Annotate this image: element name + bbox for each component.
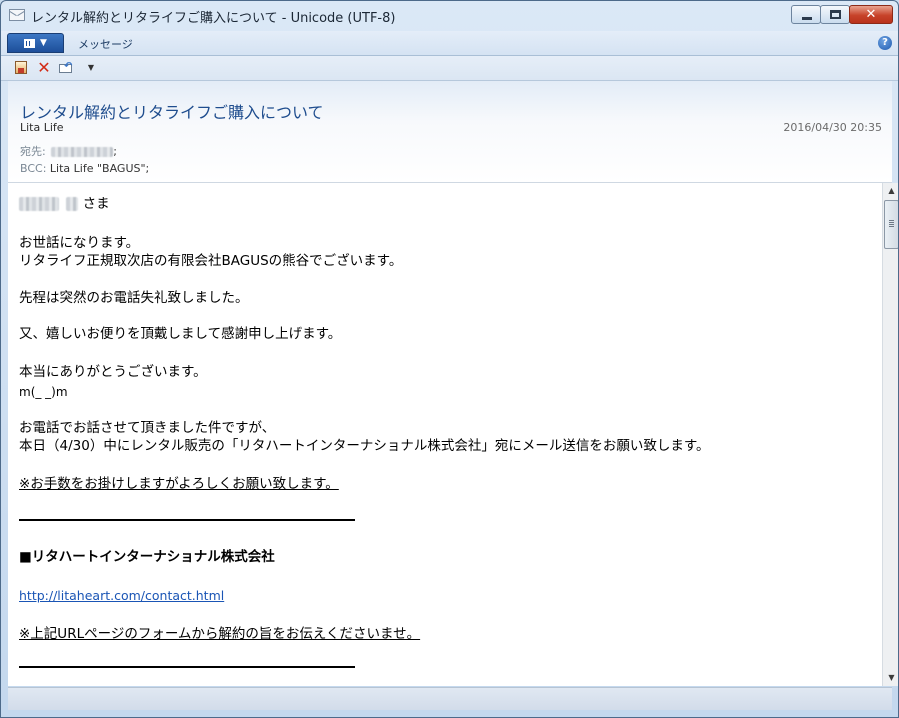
message-header: レンタル解約とリタライフご購入について Lita Life 2016/04/30…: [8, 81, 892, 183]
quick-access-toolbar: ✕ ↶ ▼: [1, 56, 898, 81]
arrow-icon: ↶: [64, 61, 73, 72]
customize-toolbar-button[interactable]: ▼: [83, 60, 99, 76]
body-line: 先程は突然のお電話失礼致しました。: [19, 290, 249, 306]
company-heading: ■リタハートインターナショナル株式会社: [19, 549, 275, 565]
bcc-label: BCC:: [20, 162, 47, 175]
body-line: 本当にありがとうございます。: [19, 364, 207, 380]
window-controls: ✕: [791, 5, 893, 25]
ribbon: ▼ メッセージ ?: [1, 31, 898, 56]
maximize-icon: [830, 10, 841, 19]
body-line: m(_ _)m: [19, 385, 68, 399]
window-title: レンタル解約とリタライフご購入について - Unicode (UTF-8): [31, 11, 396, 26]
body-line: お電話でお話させて頂きました件ですが、: [19, 420, 276, 436]
scroll-thumb[interactable]: [884, 200, 898, 249]
save-button[interactable]: [13, 60, 29, 76]
to-row: 宛先: ;: [20, 143, 117, 159]
redacted-name: [66, 197, 79, 211]
body-line: 又、嬉しいお便りを頂戴しまして感謝申し上げます。: [19, 326, 342, 342]
email-window: レンタル解約とリタライフご購入について - Unicode (UTF-8) ✕ …: [0, 0, 899, 718]
message-date: 2016/04/30 20:35: [783, 121, 882, 134]
status-bar: [8, 687, 892, 710]
message-subject: レンタル解約とリタライフご購入について: [20, 103, 324, 122]
vertical-scrollbar[interactable]: ▲ ▼: [882, 183, 898, 686]
greeting-suffix: さま: [82, 196, 110, 212]
to-suffix: ;: [113, 145, 117, 158]
app-menu-button[interactable]: ▼: [7, 33, 64, 53]
close-icon: ✕: [865, 7, 877, 22]
chevron-down-icon: ▼: [40, 38, 47, 48]
help-icon[interactable]: ?: [878, 36, 892, 50]
to-label: 宛先:: [20, 145, 46, 158]
body-line: 本日（4/30）中にレンタル販売の「リタハートインターナショナル株式会社」宛にメ…: [19, 438, 710, 454]
arrow-down-icon: ▼: [888, 673, 895, 682]
note-line: ※上記URLページのフォームから解約の旨をお伝えくださいませ。: [19, 626, 421, 642]
redacted-name: [19, 197, 59, 211]
tab-message[interactable]: メッセージ: [78, 36, 133, 52]
title-bar[interactable]: レンタル解約とリタライフご購入について - Unicode (UTF-8) ✕: [1, 1, 898, 31]
save-icon: [15, 61, 27, 74]
bcc-value[interactable]: Lita Life "BAGUS";: [50, 162, 149, 175]
scroll-down-button[interactable]: ▼: [883, 670, 898, 686]
maximize-button[interactable]: [820, 5, 850, 24]
delete-button[interactable]: ✕: [36, 60, 52, 76]
body-line: リタライフ正規取次店の有限会社BAGUSの熊谷でございます。: [19, 253, 403, 269]
move-to-folder-button[interactable]: ↶: [57, 60, 73, 76]
delete-icon: ✕: [37, 58, 51, 77]
minimize-button[interactable]: [791, 5, 821, 24]
arrow-up-icon: ▲: [888, 186, 895, 195]
close-button[interactable]: ✕: [849, 5, 893, 24]
bcc-row: BCC: Lita Life "BAGUS";: [20, 162, 149, 175]
redacted-recipient: [51, 147, 114, 157]
body-line-underlined: ※お手数をお掛けしますがよろしくお願い致します。: [19, 476, 339, 492]
message-from[interactable]: Lita Life: [20, 121, 64, 134]
document-icon: [24, 39, 35, 48]
message-body[interactable]: さま お世話になります。 リタライフ正規取次店の有限会社BAGUSの熊谷でござい…: [8, 183, 882, 686]
envelope-icon: [9, 9, 25, 21]
greeting-line: さま: [19, 195, 110, 213]
horizontal-rule: [19, 519, 355, 521]
contact-link[interactable]: http://litaheart.com/contact.html: [19, 587, 224, 605]
minimize-icon: [802, 17, 812, 20]
scroll-up-button[interactable]: ▲: [883, 183, 898, 199]
horizontal-rule: [19, 666, 355, 668]
body-line: お世話になります。: [19, 235, 140, 251]
chevron-down-icon: ▼: [87, 63, 95, 72]
